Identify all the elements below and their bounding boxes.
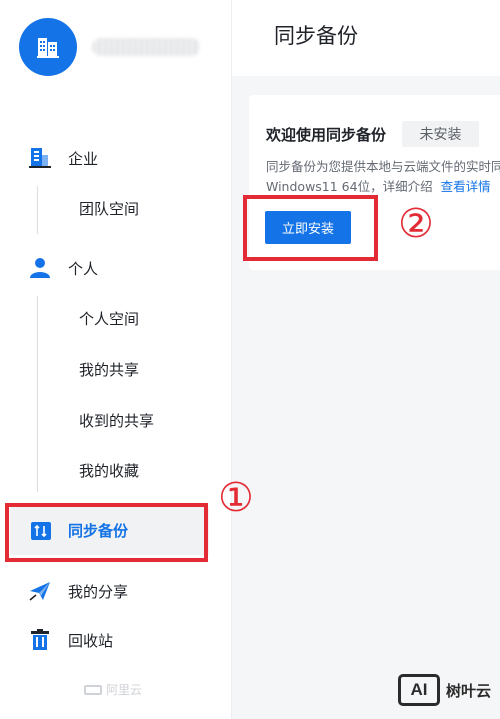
sidebar-item-received-shares[interactable]: 收到的共享 (79, 409, 154, 433)
nav-section-enterprise[interactable]: 企业 (0, 138, 231, 178)
sidebar-item-my-shared[interactable]: 我的共享 (79, 358, 139, 382)
sidebar-item-my-shares[interactable]: 我的分享 (0, 571, 231, 611)
highlight-box-sync-backup (5, 503, 208, 562)
annotation-marker-1: ① (218, 475, 254, 521)
card-title: 欢迎使用同步备份 (266, 126, 387, 144)
paper-plane-icon (29, 582, 50, 601)
trash-icon (31, 629, 49, 650)
sidebar-item-label: 回收站 (68, 631, 114, 650)
sidebar-item-personal-space[interactable]: 个人空间 (79, 307, 139, 331)
nav-section-personal[interactable]: 个人 (0, 248, 231, 288)
footer-logo-text: 阿里云 (106, 683, 143, 697)
watermark-logo: AI (398, 674, 440, 706)
highlight-box-install (243, 195, 378, 261)
card-description: 同步备份为您提供本地与云端文件的实时同 (266, 159, 500, 174)
tree-line (37, 296, 38, 492)
card-description-text: Windows11 64位，详细介绍 (266, 179, 433, 194)
sidebar-item-label: 我的分享 (68, 582, 129, 601)
main-header: 同步备份 (232, 0, 500, 76)
building-icon (37, 38, 59, 58)
tree-line (37, 186, 38, 234)
page-title: 同步备份 (274, 24, 358, 48)
sidebar-item-my-favorites[interactable]: 我的收藏 (79, 459, 139, 483)
org-name-redacted (92, 38, 200, 56)
sidebar-item-team-space[interactable]: 团队空间 (79, 197, 139, 221)
watermark-text: 树叶云 (446, 681, 492, 700)
annotation-marker-2: ② (398, 201, 434, 247)
aliyun-logo-icon (84, 684, 102, 695)
details-link[interactable]: 查看详情 (441, 179, 491, 194)
sidebar-item-recycle-bin[interactable]: 回收站 (0, 620, 231, 660)
sidebar: 企业 团队空间 个人 个人空间 我的共享 收到的共享 我的收藏 同步备份 我的分… (0, 0, 232, 719)
enterprise-building-icon (29, 148, 51, 168)
org-avatar[interactable] (19, 18, 77, 76)
status-badge: 未安装 (402, 121, 479, 147)
user-icon (30, 258, 50, 278)
watermark: AI 树叶云 (398, 674, 491, 706)
card-description-line2: Windows11 64位，详细介绍 查看详情 (266, 177, 491, 197)
nav-section-label: 企业 (68, 149, 99, 168)
footer-logo: 阿里云 (84, 681, 142, 698)
nav-section-label: 个人 (68, 259, 99, 278)
